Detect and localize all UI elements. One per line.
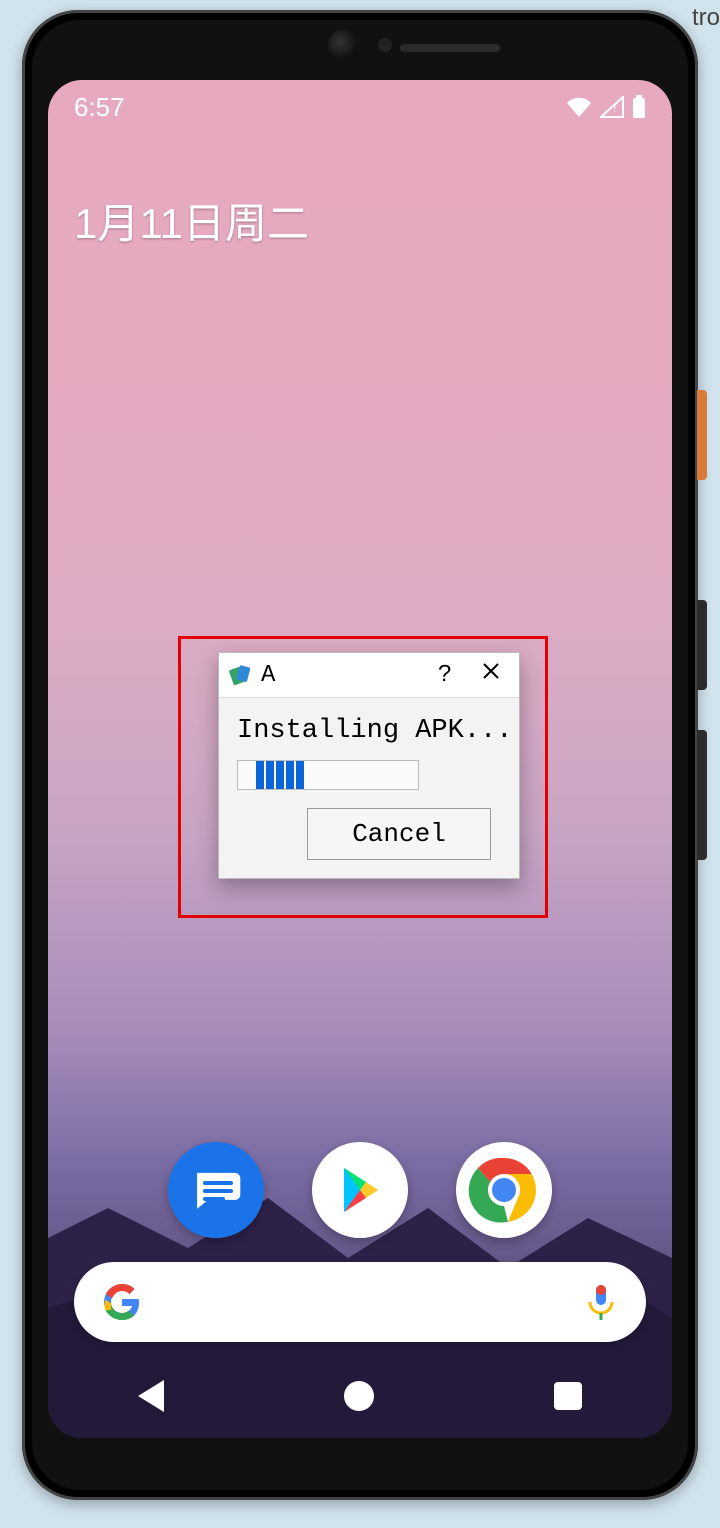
volume-up-button: [697, 600, 707, 690]
install-progress-bar: [237, 760, 419, 790]
dialog-titlebar[interactable]: A ?: [219, 653, 519, 698]
page-root: tro 6:57 !: [0, 0, 720, 1528]
cancel-button[interactable]: Cancel: [307, 808, 491, 860]
back-triangle-icon: [138, 1380, 164, 1412]
progress-stripes-icon: [256, 761, 316, 789]
chrome-app[interactable]: [456, 1142, 552, 1238]
wifi-icon: [566, 96, 592, 118]
status-time: 6:57: [74, 92, 125, 123]
phone-frame: 6:57 ! 1月11日周二: [22, 10, 698, 1500]
recents-square-icon: [554, 1382, 582, 1410]
google-g-icon: [102, 1282, 142, 1322]
nav-home-button[interactable]: [344, 1381, 374, 1411]
dialog-body: Installing APK... Cancel: [219, 698, 519, 878]
dialog-message: Installing APK...: [237, 716, 501, 746]
front-camera-icon: [328, 30, 358, 60]
phone-screen: 6:57 ! 1月11日周二: [48, 80, 672, 1438]
play-store-icon: [332, 1162, 388, 1218]
app-dock: [48, 1142, 672, 1238]
scrcpy-icon: [229, 664, 251, 686]
close-icon: [481, 661, 501, 681]
status-bar: 6:57 !: [48, 80, 672, 134]
nav-back-button[interactable]: [138, 1380, 164, 1412]
mic-icon[interactable]: [584, 1282, 618, 1322]
dialog-help-button[interactable]: ?: [427, 662, 463, 689]
earpiece-speaker: [400, 44, 500, 52]
messages-app[interactable]: [168, 1142, 264, 1238]
android-nav-bar: [48, 1354, 672, 1438]
front-sensors: [328, 30, 392, 60]
volume-down-button: [697, 730, 707, 860]
nav-recents-button[interactable]: [554, 1382, 582, 1410]
messages-icon: [189, 1163, 243, 1217]
sensor-dot-icon: [378, 38, 392, 52]
chrome-icon: [468, 1154, 540, 1226]
home-date: 1月11日周二: [74, 190, 309, 251]
battery-icon: [632, 95, 646, 119]
dialog-title: A: [261, 662, 275, 689]
install-apk-dialog: A ? Installing APK... Cancel: [218, 652, 520, 879]
home-circle-icon: [344, 1381, 374, 1411]
play-store-app[interactable]: [312, 1142, 408, 1238]
svg-text:!: !: [613, 101, 616, 115]
cropped-background-text: tro: [692, 4, 720, 32]
status-icons: !: [566, 95, 646, 119]
power-button: [697, 390, 707, 480]
cell-signal-icon: !: [600, 96, 624, 118]
dialog-close-button[interactable]: [473, 661, 509, 689]
google-search-bar[interactable]: [74, 1262, 646, 1342]
